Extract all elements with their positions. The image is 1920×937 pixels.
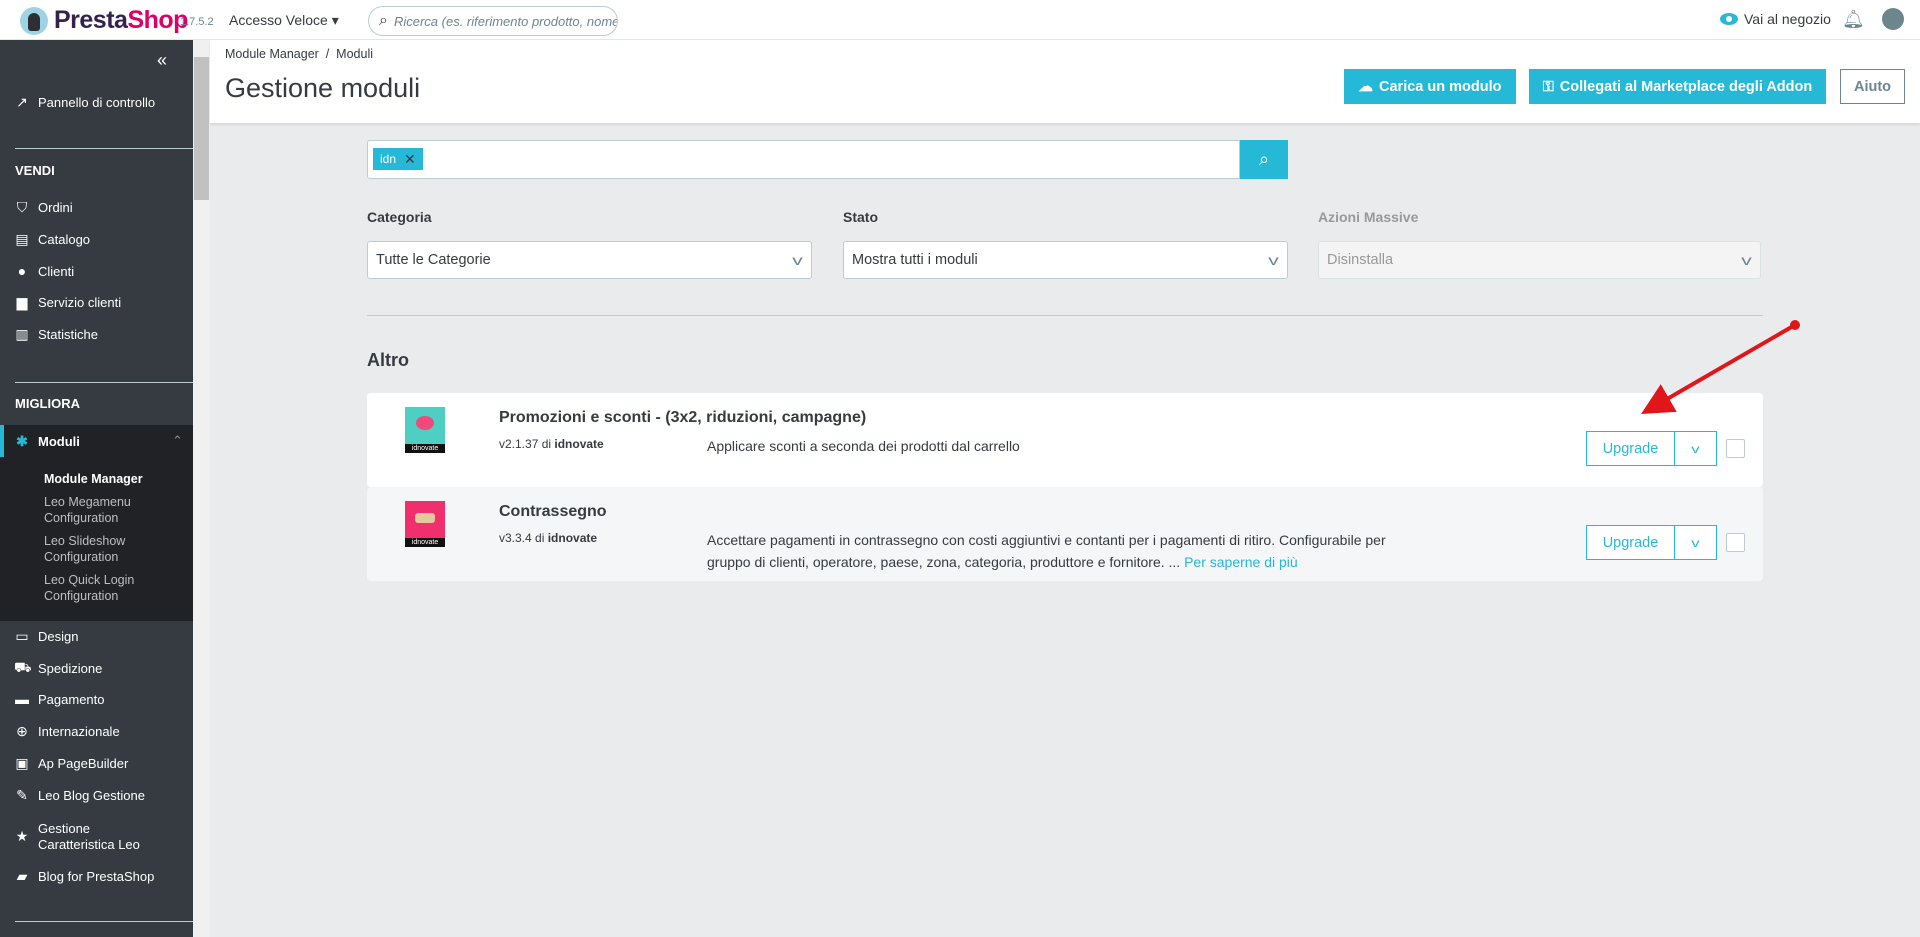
annotation-arrow [1641,320,1800,415]
